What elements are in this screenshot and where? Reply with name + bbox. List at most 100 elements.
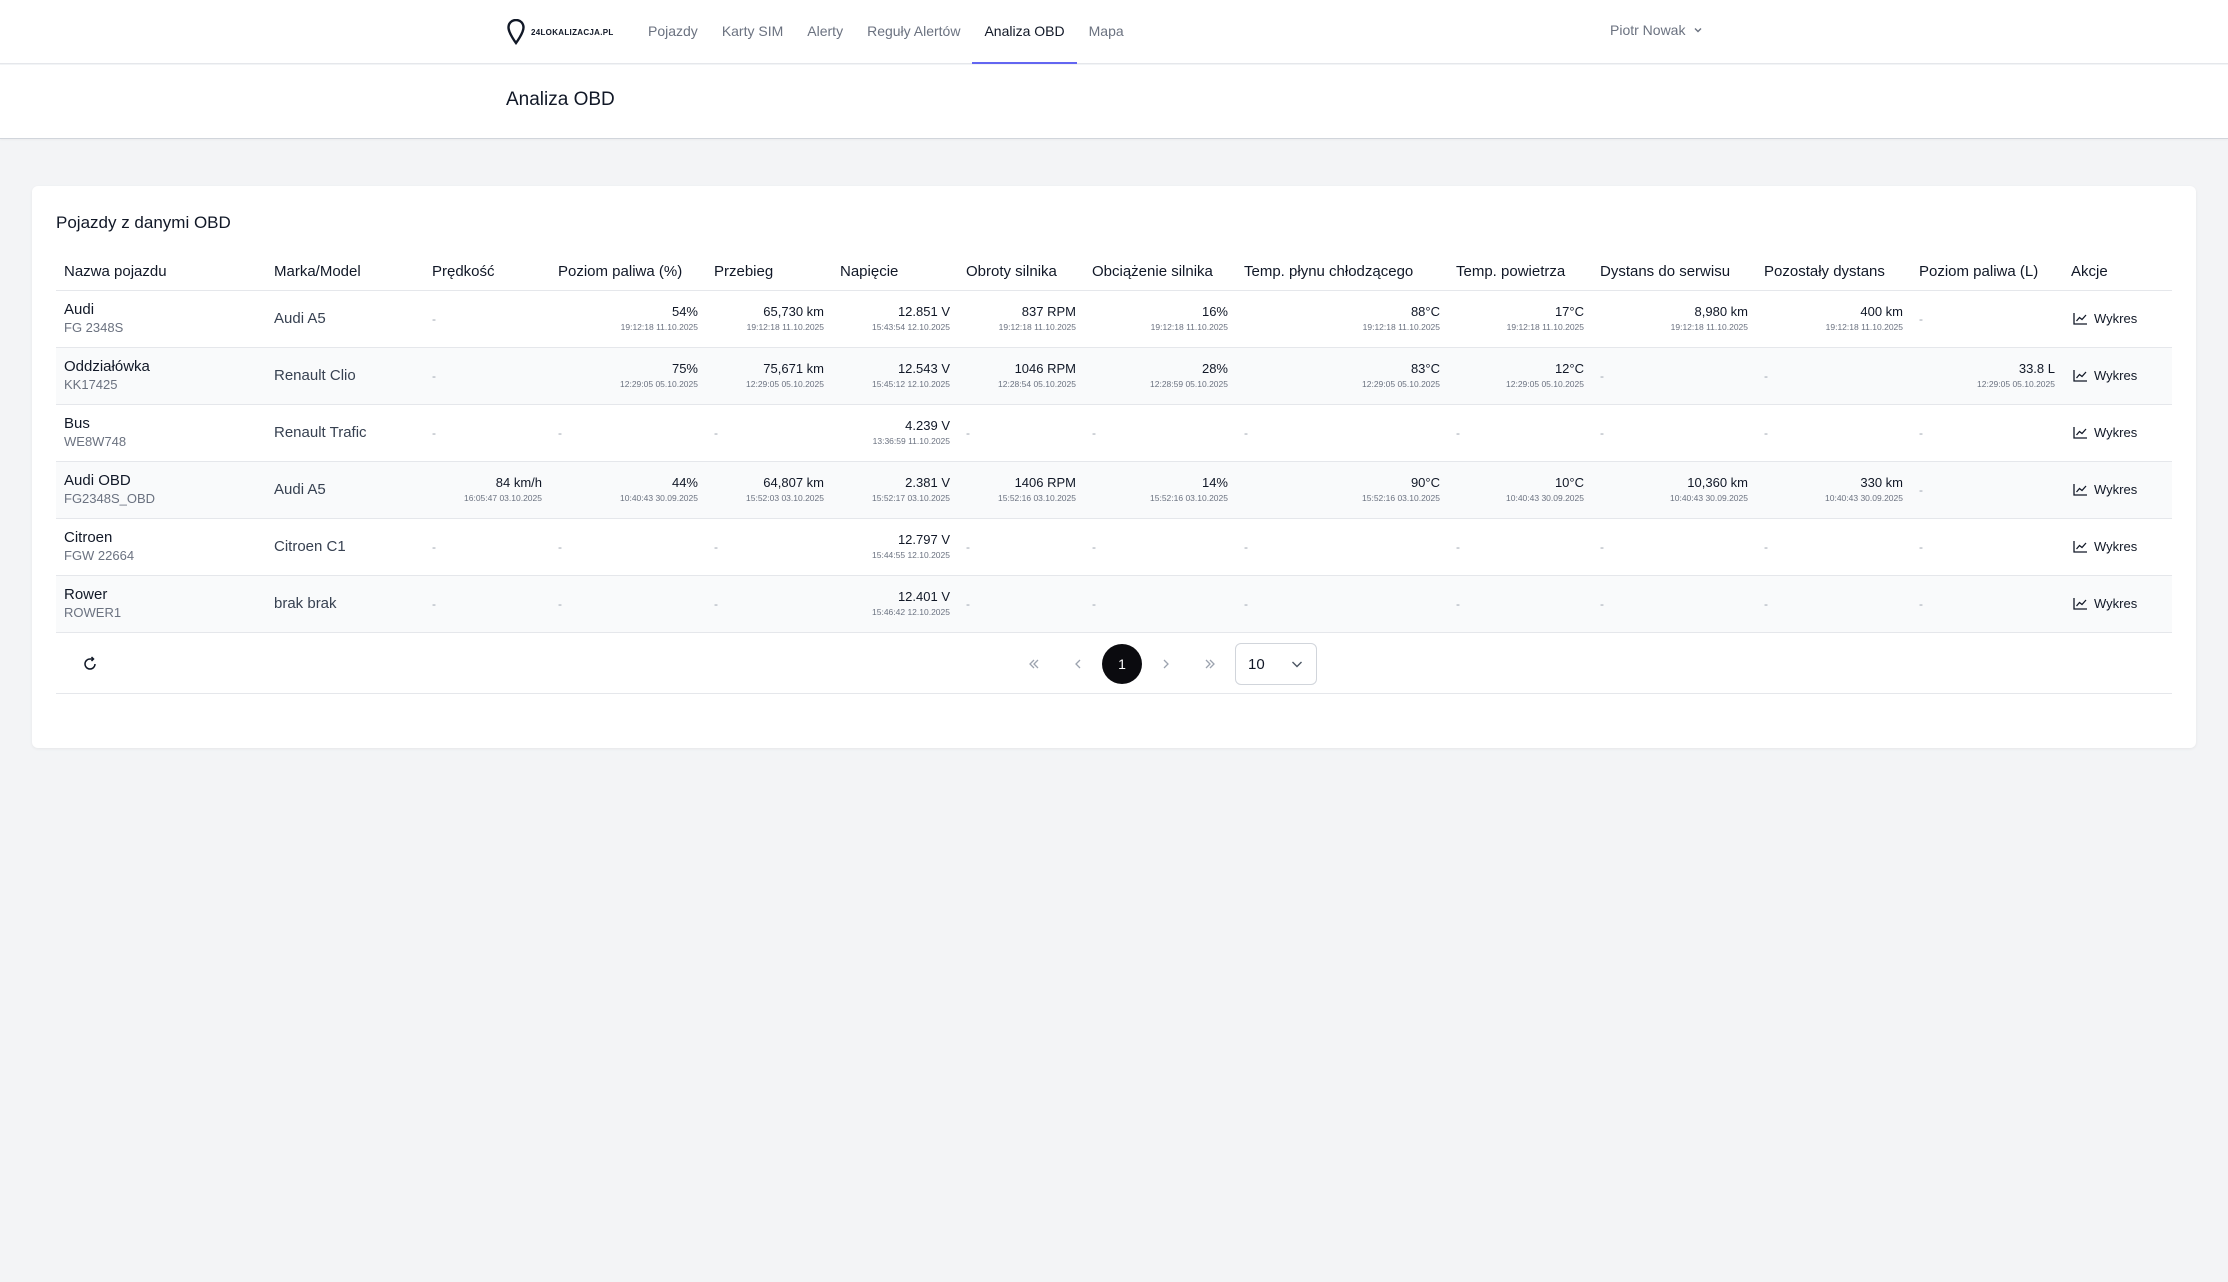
- refresh-button[interactable]: [80, 654, 100, 674]
- nav-item-karty-sim[interactable]: Karty SIM: [710, 0, 795, 64]
- voltage-cell: 12.797 V 15:44:55 12.10.2025: [832, 518, 958, 576]
- column-header[interactable]: Obroty silnika: [958, 254, 1084, 291]
- empty-value: -: [1244, 539, 1248, 554]
- card-title: Pojazdy z danymi OBD: [56, 213, 231, 232]
- empty-value: -: [1092, 539, 1096, 554]
- empty-value: -: [1764, 425, 1768, 440]
- speed-cell: -: [424, 575, 550, 633]
- column-header[interactable]: Poziom paliwa (L): [1911, 254, 2063, 291]
- column-header[interactable]: Nazwa pojazdu: [56, 254, 266, 291]
- column-header[interactable]: Obciążenie silnika: [1084, 254, 1236, 291]
- first-page-button[interactable]: [1024, 654, 1044, 674]
- chevron-down-icon: [1694, 28, 1702, 33]
- vehicle-plate: KK17425: [64, 377, 118, 392]
- page-size-select[interactable]: 10: [1235, 643, 1317, 685]
- chart-button[interactable]: Wykres: [2071, 311, 2164, 326]
- chart-button[interactable]: Wykres: [2071, 482, 2164, 497]
- fuel-liters-cell: -: [1911, 461, 2063, 519]
- table-header-row: Nazwa pojazdu Marka/Model Prędkość Pozio…: [56, 254, 2172, 291]
- service-distance-cell: -: [1592, 518, 1756, 576]
- fuel-percent-cell: 54% 19:12:18 11.10.2025: [550, 290, 706, 348]
- line-chart-icon: [2073, 370, 2087, 382]
- empty-value: -: [1919, 596, 1923, 611]
- metric-timestamp: 19:12:18 11.10.2025: [998, 322, 1076, 332]
- nav-item-pojazdy[interactable]: Pojazdy: [636, 0, 710, 64]
- nav-item-reguly-alertow[interactable]: Reguły Alertów: [855, 0, 972, 64]
- current-page-button[interactable]: 1: [1102, 644, 1142, 684]
- chart-button[interactable]: Wykres: [2071, 368, 2164, 383]
- mileage-cell: -: [706, 575, 832, 633]
- brand-model-cell: Renault Trafic: [266, 404, 424, 462]
- metric-value: 8,980 km: [1694, 304, 1748, 319]
- table-row: Oddziałówka KK17425 Renault Clio -75% 12:29:…: [56, 347, 2172, 405]
- empty-value: -: [966, 425, 970, 440]
- top-navbar: 24LOKALIZACJA.PL Pojazdy Karty SIM Alert…: [0, 0, 2228, 64]
- metric-timestamp: 19:12:18 11.10.2025: [1150, 322, 1228, 332]
- column-header[interactable]: Pozostały dystans: [1756, 254, 1911, 291]
- metric-timestamp: 10:40:43 30.09.2025: [620, 493, 698, 503]
- page-title: Analiza OBD: [506, 89, 615, 110]
- empty-value: -: [1244, 596, 1248, 611]
- rpm-cell: 1046 RPM 12:28:54 05.10.2025: [958, 347, 1084, 405]
- metric-timestamp: 13:36:59 11.10.2025: [872, 436, 950, 446]
- rpm-cell: 1406 RPM 15:52:16 03.10.2025: [958, 461, 1084, 519]
- coolant-temp-cell: 90°C 15:52:16 03.10.2025: [1236, 461, 1448, 519]
- voltage-cell: 12.401 V 15:46:42 12.10.2025: [832, 575, 958, 633]
- chart-button[interactable]: Wykres: [2071, 539, 2164, 554]
- empty-value: -: [1456, 539, 1460, 554]
- remaining-distance-cell: 400 km 19:12:18 11.10.2025: [1756, 290, 1911, 348]
- logo[interactable]: 24LOKALIZACJA.PL: [507, 18, 614, 46]
- metric-timestamp: 19:12:18 11.10.2025: [1362, 322, 1440, 332]
- brand-model-cell: Audi A5: [266, 290, 424, 348]
- nav-item-alerty[interactable]: Alerty: [795, 0, 855, 64]
- column-header[interactable]: Temp. powietrza: [1448, 254, 1592, 291]
- empty-value: -: [432, 596, 436, 611]
- rpm-cell: 837 RPM 19:12:18 11.10.2025: [958, 290, 1084, 348]
- chart-button-label: Wykres: [2094, 539, 2138, 554]
- empty-value: -: [1919, 482, 1923, 497]
- rpm-cell: -: [958, 518, 1084, 576]
- remaining-distance-cell: -: [1756, 347, 1911, 405]
- column-header[interactable]: Temp. płynu chłodzącego: [1236, 254, 1448, 291]
- mileage-cell: 64,807 km 15:52:03 03.10.2025: [706, 461, 832, 519]
- speed-cell: -: [424, 347, 550, 405]
- metric-value: 10°C: [1554, 475, 1584, 490]
- empty-value: -: [1600, 425, 1604, 440]
- chart-button[interactable]: Wykres: [2071, 425, 2164, 440]
- vehicle-plate: FG 2348S: [64, 320, 124, 335]
- chart-button-label: Wykres: [2094, 311, 2138, 326]
- chart-button[interactable]: Wykres: [2071, 596, 2164, 611]
- empty-value: -: [1092, 425, 1096, 440]
- previous-page-button[interactable]: [1068, 654, 1088, 674]
- fuel-percent-cell: -: [550, 404, 706, 462]
- nav-item-analiza-obd[interactable]: Analiza OBD: [972, 0, 1077, 64]
- empty-value: -: [1456, 425, 1460, 440]
- column-header[interactable]: Napięcie: [832, 254, 958, 291]
- next-page-button[interactable]: [1156, 654, 1176, 674]
- vehicle-plate: ROWER1: [64, 605, 122, 620]
- metric-timestamp: 10:40:43 30.09.2025: [1506, 493, 1584, 503]
- speed-cell: -: [424, 404, 550, 462]
- column-header[interactable]: Poziom paliwa (%): [550, 254, 706, 291]
- vehicle-name: Audi OBD: [64, 472, 131, 489]
- metric-timestamp: 10:40:43 30.09.2025: [1670, 493, 1748, 503]
- speed-cell: -: [424, 290, 550, 348]
- refresh-icon: [84, 656, 96, 670]
- user-menu[interactable]: Piotr Nowak: [1610, 22, 1703, 38]
- speed-cell: 84 km/h 16:05:47 03.10.2025: [424, 461, 550, 519]
- metric-timestamp: 15:52:16 03.10.2025: [998, 493, 1076, 503]
- last-page-button[interactable]: [1200, 654, 1220, 674]
- vehicle-plate: FGW 22664: [64, 548, 135, 563]
- metric-timestamp: 15:43:54 12.10.2025: [872, 322, 950, 332]
- column-header[interactable]: Przebieg: [706, 254, 832, 291]
- column-header[interactable]: Marka/Model: [266, 254, 424, 291]
- remaining-distance-cell: -: [1756, 518, 1911, 576]
- column-header[interactable]: Prędkość: [424, 254, 550, 291]
- nav-item-mapa[interactable]: Mapa: [1077, 0, 1136, 64]
- metric-timestamp: 15:52:17 03.10.2025: [872, 493, 950, 503]
- metric-value: 65,730 km: [763, 304, 824, 319]
- column-header[interactable]: Dystans do serwisu: [1592, 254, 1756, 291]
- chart-button-label: Wykres: [2094, 425, 2138, 440]
- actions-cell: Wykres: [2063, 575, 2172, 633]
- empty-value: -: [558, 539, 562, 554]
